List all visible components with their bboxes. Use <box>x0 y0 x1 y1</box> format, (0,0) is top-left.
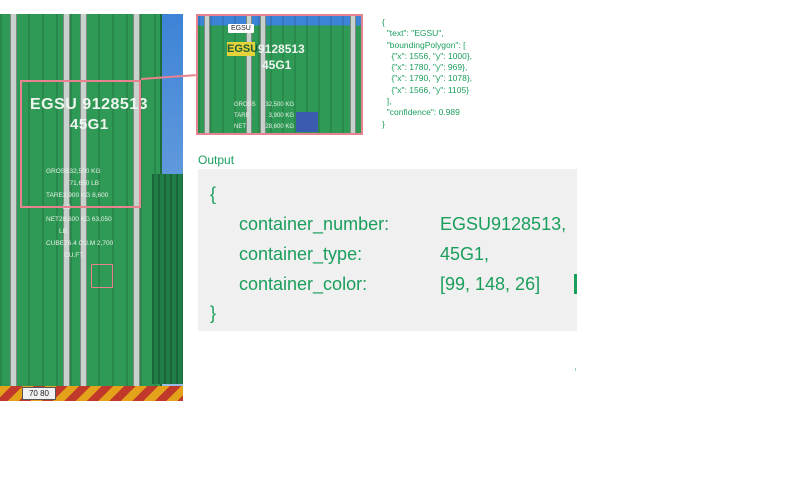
output-label: Output <box>198 153 235 167</box>
spec-label: CUBE <box>46 240 65 247</box>
spec-value: 3,900 KG <box>268 113 294 119</box>
spec-row: CUBE 76.4 CU.M 2,700 CU.FT <box>46 238 116 262</box>
zoom-number-rest: 9128513 <box>258 42 305 56</box>
license-plate: 70 80 <box>22 387 56 400</box>
text-cursor <box>574 274 577 294</box>
field-value: EGSU9128513, <box>440 214 567 234</box>
detected-word-box: EGSU <box>227 42 259 56</box>
field-key: container_type: <box>239 244 363 264</box>
spec-row: NET 28,600 KG <box>234 122 294 133</box>
spec-row: GROSS 32,500 KG <box>234 100 294 111</box>
zoom-type-code: 45G1 <box>262 58 292 72</box>
small-highlight-box <box>91 264 113 288</box>
zoom-plate-strip <box>296 112 318 132</box>
region-highlight-box <box>20 80 141 208</box>
field-key: container_number: <box>239 214 390 234</box>
field-key: container_color: <box>239 274 368 294</box>
zoomed-crop: EGSU EGSU 9128513 45G1 GROSS 32,500 KG TA… <box>196 14 363 135</box>
open-brace: { <box>210 184 217 204</box>
spec-value: 76.4 CU.M 2,700 CU.FT <box>64 240 114 259</box>
ocr-json-annotation: { "text": "EGSU", "boundingPolygon": [ {… <box>382 17 473 129</box>
spec-value: 28,600 KG 63,050 LB <box>59 216 112 235</box>
field-value: 45G1, <box>440 244 490 264</box>
locking-rod <box>10 14 17 389</box>
spec-label: NET <box>46 216 59 223</box>
neighbor-container <box>152 174 183 384</box>
decorative-mark <box>575 368 576 371</box>
close-brace: } <box>210 303 217 323</box>
field-value: [99, 148, 26] <box>440 274 541 294</box>
spec-label: NET <box>234 124 246 130</box>
spec-label: GROSS <box>234 102 256 108</box>
locking-rod <box>350 16 356 133</box>
zoom-spec-table: GROSS 32,500 KG TARE 3,900 KG NET 28,600 KG <box>234 100 294 133</box>
spec-label: TARE <box>234 113 250 119</box>
spec-row: NET 28,600 KG 63,050 LB <box>46 214 116 238</box>
container-photo: EGSU 9128513 45G1 GROSS 32,500 KG 71,650 … <box>0 14 183 401</box>
output-panel: { container_number: EGSU9128513, contain… <box>198 169 577 331</box>
locking-rod <box>204 16 210 133</box>
spec-value: 28,600 KG <box>265 124 294 130</box>
detected-word-tag: EGSU <box>228 24 254 33</box>
spec-value: 32,500 KG <box>265 102 294 108</box>
spec-row: TARE 3,900 KG <box>234 111 294 122</box>
